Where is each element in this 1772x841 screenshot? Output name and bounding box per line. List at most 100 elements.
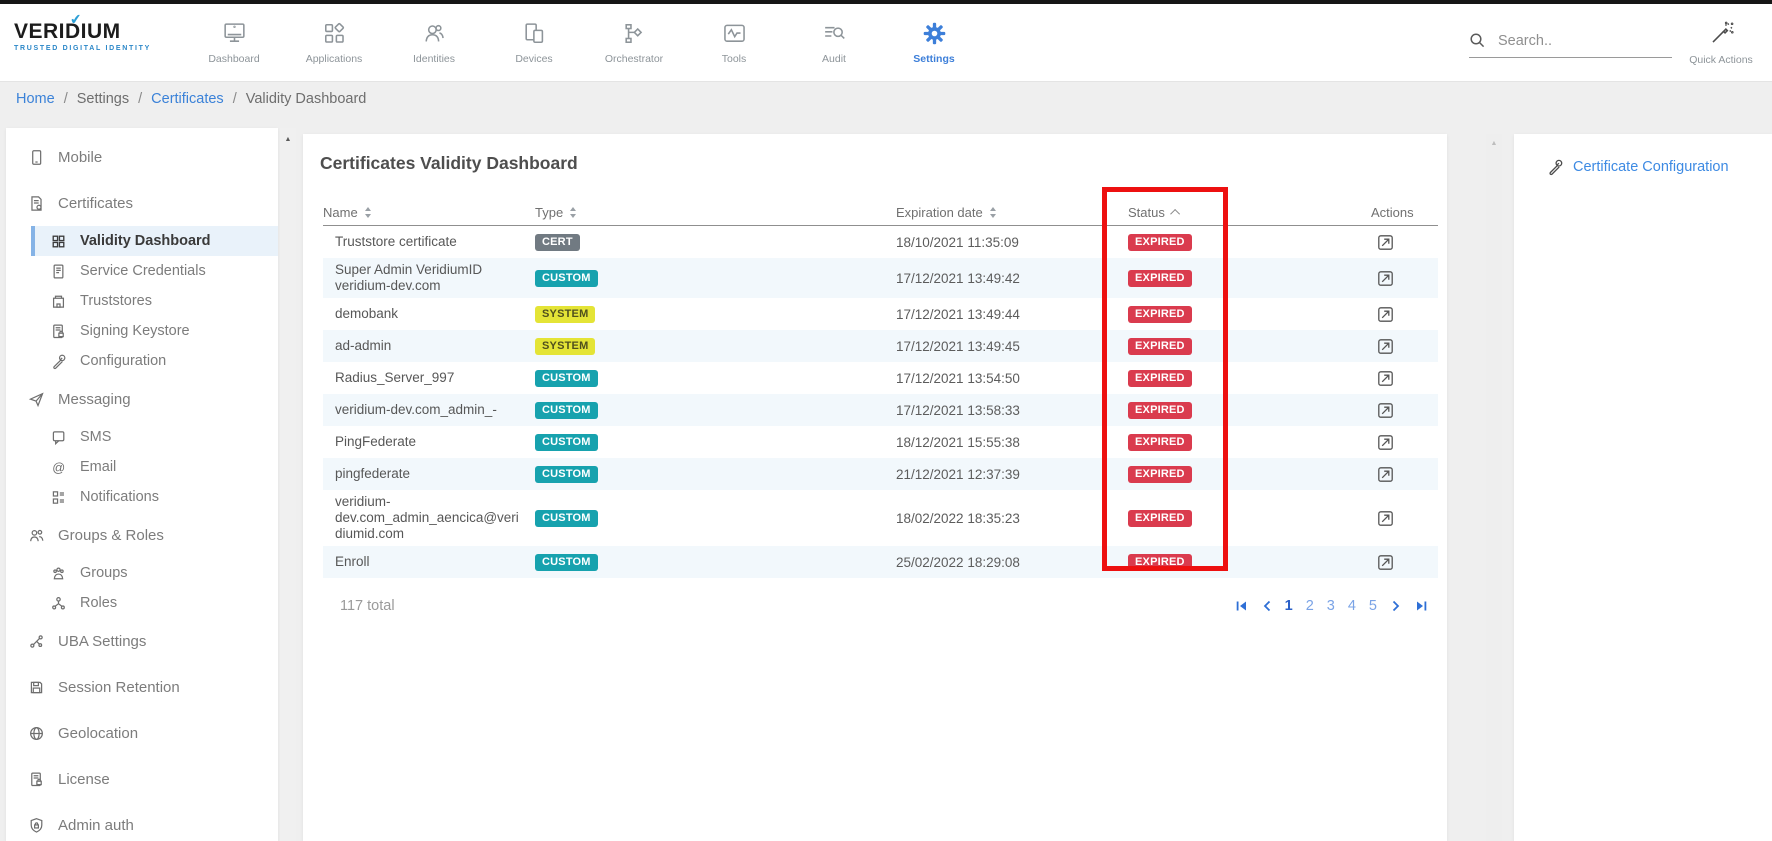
certificate-configuration-link[interactable]: Certificate Configuration: [1546, 158, 1772, 176]
sidebar-item-email[interactable]: @ Email: [31, 452, 278, 482]
expiration-date: 21/12/2021 12:37:39: [896, 467, 1128, 482]
sidebar-item-messaging[interactable]: Messaging: [6, 384, 278, 414]
cert-name: pingfederate: [323, 462, 535, 486]
tools-icon: [721, 16, 748, 50]
cert-name: Super Admin VeridiumID veridium-dev.com: [323, 258, 535, 298]
identities-icon: [421, 16, 448, 50]
export-icon[interactable]: [1377, 306, 1394, 323]
nav-item-dashboard[interactable]: Dashboard: [184, 16, 284, 65]
status-badge: EXPIRED: [1128, 234, 1192, 251]
export-icon[interactable]: [1377, 434, 1394, 451]
expiration-date: 17/12/2021 13:49:42: [896, 271, 1128, 286]
sidebar-item-truststores[interactable]: Truststores: [31, 286, 278, 316]
content-scrollbar[interactable]: ▲: [1486, 134, 1502, 841]
status-badge: EXPIRED: [1128, 554, 1192, 571]
license-doc-lock-icon: [28, 771, 45, 788]
column-header-status[interactable]: Status: [1128, 205, 1371, 220]
expiration-date: 17/12/2021 13:54:50: [896, 371, 1128, 386]
page-number[interactable]: 1: [1285, 598, 1293, 614]
export-icon[interactable]: [1377, 402, 1394, 419]
search-input[interactable]: [1498, 33, 1658, 49]
table-row: veridium-dev.com_admin_aencica@veridiumi…: [323, 490, 1438, 546]
nav-item-settings[interactable]: Settings: [884, 16, 984, 65]
group-icon: [50, 565, 67, 582]
truststore-box-icon: [50, 293, 67, 310]
export-icon[interactable]: [1377, 466, 1394, 483]
sidebar-item-license[interactable]: License: [6, 764, 278, 794]
pagination: 1 2 3 4 5: [1221, 598, 1428, 614]
roles-nodes-icon: [50, 595, 67, 612]
sidebar-item-admin-auth[interactable]: Admin auth: [6, 810, 278, 840]
table-row: Radius_Server_997 CUSTOM 17/12/2021 13:5…: [323, 362, 1438, 394]
type-badge: CUSTOM: [535, 370, 598, 387]
cert-name: PingFederate: [323, 430, 535, 454]
status-badge: EXPIRED: [1128, 370, 1192, 387]
export-icon[interactable]: [1377, 234, 1394, 251]
total-count: 117 total: [340, 598, 395, 614]
main-nav: Dashboard Applications Identities Device…: [184, 16, 984, 65]
settings-gear-icon: [921, 16, 948, 50]
breadcrumb-home[interactable]: Home: [16, 91, 55, 107]
page-number[interactable]: 2: [1306, 598, 1314, 614]
first-page-icon[interactable]: [1235, 600, 1248, 612]
page-number[interactable]: 4: [1348, 598, 1356, 614]
sidebar-item-uba-settings[interactable]: UBA Settings: [6, 626, 278, 656]
breadcrumb-certificates[interactable]: Certificates: [151, 91, 224, 107]
sms-bubble-icon: [50, 429, 67, 446]
sidebar-item-validity-dashboard[interactable]: Validity Dashboard: [31, 226, 278, 256]
export-icon[interactable]: [1377, 270, 1394, 287]
sidebar-item-configuration[interactable]: Configuration: [31, 346, 278, 376]
last-page-icon[interactable]: [1415, 600, 1428, 612]
sort-asc-icon: [1170, 209, 1180, 219]
sidebar-item-groups[interactable]: Groups: [31, 558, 278, 588]
page-number[interactable]: 3: [1327, 598, 1335, 614]
logo-tagline: TRUSTED DIGITAL IDENTITY: [14, 45, 174, 52]
app-header: VERIDIUM✔ TRUSTED DIGITAL IDENTITY Dashb…: [0, 4, 1772, 82]
sidebar-item-service-credentials[interactable]: Service Credentials: [31, 256, 278, 286]
breadcrumb-separator: /: [138, 91, 142, 107]
expiration-date: 18/12/2021 15:55:38: [896, 435, 1128, 450]
column-header-name[interactable]: Name: [323, 205, 535, 220]
expiration-date: 25/02/2022 18:29:08: [896, 555, 1128, 570]
scroll-up-icon[interactable]: ▲: [1486, 134, 1502, 147]
nav-item-tools[interactable]: Tools: [684, 16, 784, 65]
breadcrumb-separator: /: [64, 91, 68, 107]
expiration-date: 17/12/2021 13:58:33: [896, 403, 1128, 418]
export-icon[interactable]: [1377, 370, 1394, 387]
sidebar-item-certificates[interactable]: Certificates: [6, 188, 278, 218]
export-icon[interactable]: [1377, 338, 1394, 355]
logo-wordmark: VERIDIUM✔: [14, 20, 174, 44]
sidebar-item-sms[interactable]: SMS: [31, 422, 278, 452]
column-header-type[interactable]: Type: [535, 205, 896, 220]
page-number[interactable]: 5: [1369, 598, 1377, 614]
sidebar-item-mobile[interactable]: Mobile: [6, 142, 278, 172]
sidebar-item-roles[interactable]: Roles: [31, 588, 278, 618]
column-header-expiration[interactable]: Expiration date: [896, 205, 1128, 220]
sidebar-item-notifications[interactable]: Notifications: [31, 482, 278, 512]
globe-icon: [28, 725, 45, 742]
next-page-icon[interactable]: [1391, 600, 1401, 612]
sidebar-item-signing-keystore[interactable]: Signing Keystore: [31, 316, 278, 346]
type-badge: CUSTOM: [535, 466, 598, 483]
export-icon[interactable]: [1377, 510, 1394, 527]
cert-name: demobank: [323, 302, 535, 326]
sidebar-item-session-retention[interactable]: Session Retention: [6, 672, 278, 702]
nav-item-audit[interactable]: Audit: [784, 16, 884, 65]
status-badge: EXPIRED: [1128, 434, 1192, 451]
magic-wand-icon: [1708, 16, 1735, 50]
export-icon[interactable]: [1377, 554, 1394, 571]
prev-page-icon[interactable]: [1262, 600, 1272, 612]
sidebar-scrollbar[interactable]: ▲: [280, 128, 296, 841]
sidebar-item-groups-roles[interactable]: Groups & Roles: [6, 520, 278, 550]
devices-icon: [521, 16, 548, 50]
nav-item-applications[interactable]: Applications: [284, 16, 384, 65]
right-panel: Certificate Configuration: [1514, 134, 1772, 841]
table-row: veridium-dev.com_admin_- CUSTOM 17/12/20…: [323, 394, 1438, 426]
scroll-up-icon[interactable]: ▲: [280, 128, 296, 143]
mobile-icon: [28, 149, 45, 166]
nav-item-identities[interactable]: Identities: [384, 16, 484, 65]
quick-actions-button[interactable]: Quick Actions: [1678, 16, 1764, 66]
nav-item-devices[interactable]: Devices: [484, 16, 584, 65]
sidebar-item-geolocation[interactable]: Geolocation: [6, 718, 278, 748]
nav-item-orchestrator[interactable]: Orchestrator: [584, 16, 684, 65]
